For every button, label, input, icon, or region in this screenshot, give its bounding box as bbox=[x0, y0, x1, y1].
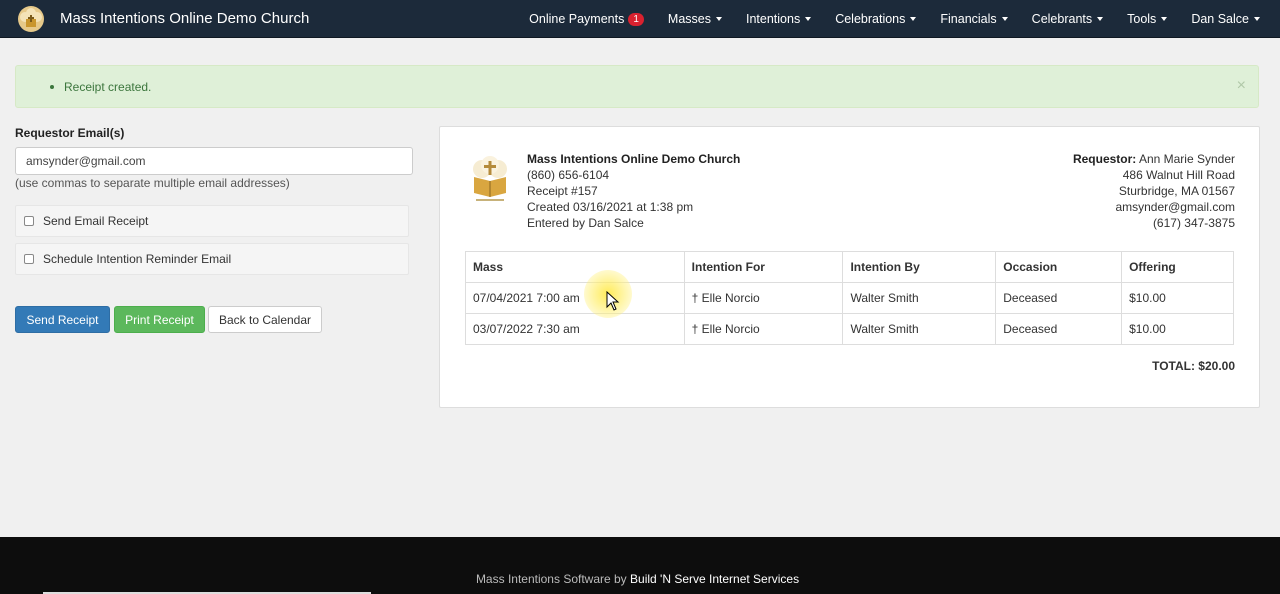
column-header: Offering bbox=[1121, 251, 1234, 283]
caret-down-icon bbox=[1161, 17, 1168, 21]
schedule-reminder-option[interactable]: Schedule Intention Reminder Email bbox=[15, 243, 409, 275]
nav-financials-label: Financials bbox=[940, 12, 997, 26]
church-phone: (860) 656-6104 bbox=[527, 168, 610, 182]
schedule-reminder-checkbox[interactable] bbox=[24, 254, 34, 264]
nav-tools[interactable]: Tools bbox=[1115, 0, 1179, 38]
receipt-total: TOTAL: $20.00 bbox=[1152, 359, 1235, 373]
send-receipt-button[interactable]: Send Receipt bbox=[15, 306, 110, 333]
requestor-email: amsynder@gmail.com bbox=[1115, 200, 1235, 214]
nav-celebrations-label: Celebrations bbox=[835, 12, 906, 26]
success-alert: Receipt created. × bbox=[15, 65, 1259, 108]
brand[interactable]: Mass Intentions Online Demo Church bbox=[0, 0, 309, 38]
top-navbar: Mass Intentions Online Demo Church Onlin… bbox=[0, 0, 1280, 38]
church-info: Mass Intentions Online Demo Church (860)… bbox=[527, 151, 740, 231]
column-header: Mass bbox=[465, 251, 685, 283]
column-header: Intention By bbox=[842, 251, 997, 283]
caret-down-icon bbox=[910, 17, 917, 21]
church-seal-icon bbox=[466, 155, 514, 203]
receipt-number: Receipt #157 bbox=[527, 184, 598, 198]
nav-user-menu[interactable]: Dan Salce bbox=[1179, 0, 1272, 38]
schedule-reminder-label: Schedule Intention Reminder Email bbox=[43, 252, 232, 266]
requestor-email-label: Requestor Email(s) bbox=[15, 126, 125, 140]
table-cell: † Elle Norcio bbox=[683, 282, 844, 314]
caret-down-icon bbox=[1001, 17, 1008, 21]
caret-down-icon bbox=[1097, 17, 1104, 21]
alert-message: Receipt created. bbox=[64, 80, 152, 94]
nav-intentions[interactable]: Intentions bbox=[734, 0, 823, 38]
column-header: Occasion bbox=[995, 251, 1123, 283]
bullet-icon bbox=[50, 85, 54, 89]
footer-credit: Mass Intentions Software by Build 'N Ser… bbox=[0, 572, 1275, 586]
church-logo-icon bbox=[16, 4, 46, 34]
requestor-name: Ann Marie Synder bbox=[1138, 152, 1235, 166]
nav-masses[interactable]: Masses bbox=[656, 0, 734, 38]
print-receipt-button[interactable]: Print Receipt bbox=[114, 306, 205, 333]
payments-count-badge: 1 bbox=[628, 12, 644, 26]
page-footer: Mass Intentions Software by Build 'N Ser… bbox=[0, 537, 1280, 594]
table-row: 03/07/2022 7:30 am † Elle Norcio Walter … bbox=[465, 313, 1234, 345]
requestor-email-input[interactable] bbox=[15, 147, 413, 175]
close-icon[interactable]: × bbox=[1237, 77, 1246, 95]
column-header: Intention For bbox=[683, 251, 844, 283]
nav-menu: Online Payments 1 Masses Intentions Cele… bbox=[517, 0, 1272, 38]
nav-celebrations[interactable]: Celebrations bbox=[823, 0, 928, 38]
nav-intentions-label: Intentions bbox=[745, 12, 801, 26]
nav-online-payments-label: Online Payments bbox=[529, 12, 625, 26]
footer-company-link[interactable]: Build 'N Serve Internet Services bbox=[630, 572, 799, 586]
intentions-table: Mass Intention For Intention By Occasion… bbox=[465, 251, 1234, 345]
nav-online-payments[interactable]: Online Payments 1 bbox=[517, 0, 656, 38]
table-cell: $10.00 bbox=[1121, 313, 1234, 345]
send-email-receipt-label: Send Email Receipt bbox=[43, 214, 149, 228]
requestor-phone: (617) 347-3875 bbox=[1152, 216, 1235, 230]
nav-financials[interactable]: Financials bbox=[928, 0, 1019, 38]
church-name: Mass Intentions Online Demo Church bbox=[527, 152, 741, 166]
send-email-receipt-option[interactable]: Send Email Receipt bbox=[15, 205, 409, 237]
caret-down-icon bbox=[1254, 17, 1260, 21]
requestor-info: Requestor: Ann Marie Synder 486 Walnut H… bbox=[1073, 151, 1235, 231]
receipt-created: Created 03/16/2021 at 1:38 pm bbox=[527, 200, 694, 214]
table-header-row: Mass Intention For Intention By Occasion… bbox=[465, 251, 1234, 283]
requestor-address2: Sturbridge, MA 01567 bbox=[1118, 184, 1235, 198]
alert-item: Receipt created. bbox=[50, 80, 151, 94]
nav-celebrants[interactable]: Celebrants bbox=[1020, 0, 1115, 38]
app-title: Mass Intentions Online Demo Church bbox=[60, 10, 310, 27]
nav-user-label: Dan Salce bbox=[1191, 12, 1249, 26]
table-cell: $10.00 bbox=[1121, 282, 1234, 314]
table-cell: † Elle Norcio bbox=[683, 313, 844, 345]
requestor-line: Requestor: Ann Marie Synder bbox=[1073, 151, 1235, 167]
table-row: 07/04/2021 7:00 am † Elle Norcio Walter … bbox=[465, 282, 1234, 314]
back-to-calendar-button[interactable]: Back to Calendar bbox=[208, 306, 322, 333]
footer-prefix: Mass Intentions Software by bbox=[475, 572, 627, 586]
mouse-pointer-icon bbox=[606, 291, 620, 311]
receipt-entered-by: Entered by Dan Salce bbox=[527, 216, 644, 230]
table-cell: Deceased bbox=[995, 313, 1123, 345]
nav-tools-label: Tools bbox=[1127, 12, 1157, 26]
nav-celebrants-label: Celebrants bbox=[1031, 12, 1093, 26]
send-email-receipt-checkbox[interactable] bbox=[24, 216, 34, 226]
caret-down-icon bbox=[805, 17, 812, 21]
table-cell: Deceased bbox=[995, 282, 1123, 314]
table-cell: Walter Smith bbox=[842, 313, 997, 345]
requestor-label: Requestor: bbox=[1072, 152, 1137, 166]
caret-down-icon bbox=[715, 17, 722, 21]
receipt-panel: Mass Intentions Online Demo Church (860)… bbox=[439, 126, 1260, 408]
requestor-address1: 486 Walnut Hill Road bbox=[1122, 168, 1235, 182]
nav-masses-label: Masses bbox=[667, 12, 711, 26]
email-help-text: (use commas to separate multiple email a… bbox=[15, 176, 290, 190]
table-cell: 03/07/2022 7:30 am bbox=[465, 313, 685, 345]
table-cell: Walter Smith bbox=[842, 282, 997, 314]
table-cell: 07/04/2021 7:00 am bbox=[465, 282, 685, 314]
